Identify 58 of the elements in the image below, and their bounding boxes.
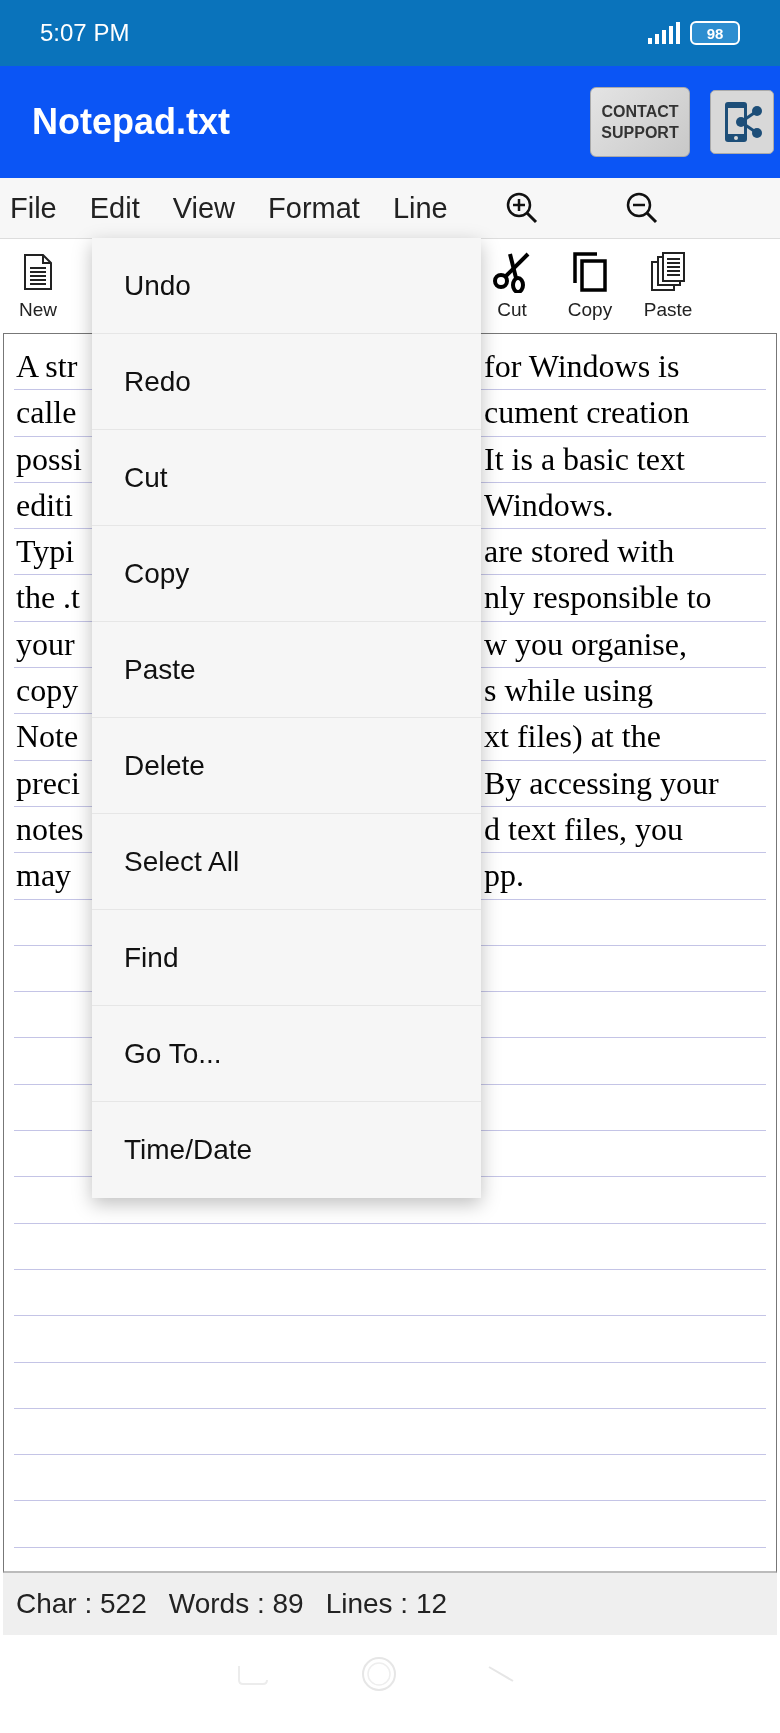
menu-option[interactable]: Paste: [92, 622, 481, 718]
toolbar-copy-button[interactable]: Copy: [562, 251, 618, 321]
text-line-fragment: s while using: [484, 671, 653, 711]
menu-option[interactable]: Select All: [92, 814, 481, 910]
battery-icon: 98: [690, 21, 740, 45]
toolbar-cut-button[interactable]: Cut: [484, 251, 540, 321]
text-line-fragment: Windows.: [484, 485, 614, 525]
zoom-out-icon[interactable]: [624, 191, 659, 225]
text-line-fragment: It is a basic text: [484, 439, 685, 479]
menu-item[interactable]: Line: [392, 191, 448, 225]
menu-item[interactable]: View: [172, 191, 236, 225]
menu-option[interactable]: Cut: [92, 430, 481, 526]
menu-option[interactable]: Undo: [92, 238, 481, 334]
menu-option[interactable]: Go To...: [92, 1006, 481, 1102]
text-line-fragment: preci: [16, 763, 80, 803]
menu-option[interactable]: Copy: [92, 526, 481, 622]
phone-share-button[interactable]: [710, 90, 774, 154]
text-line-fragment: possi: [16, 439, 82, 479]
text-line-fragment: notes: [16, 809, 84, 849]
pages-icon: [650, 251, 686, 293]
text-line-fragment: Note: [16, 717, 79, 757]
app-title: Notepad.txt: [32, 101, 230, 143]
text-line-fragment: d text files, you: [484, 809, 684, 849]
zoom-in-icon[interactable]: [504, 191, 539, 225]
text-line-fragment: copy: [16, 671, 79, 711]
menu-option[interactable]: Redo: [92, 334, 481, 430]
menu-option[interactable]: Delete: [92, 718, 481, 814]
text-line-fragment: By accessing your: [484, 763, 719, 803]
contact-support-button[interactable]: CONTACT SUPPORT: [590, 87, 690, 157]
footer-stat: Lines : 12: [325, 1588, 448, 1620]
text-line-fragment: your: [16, 624, 75, 664]
text-line-fragment: the .t: [16, 578, 80, 618]
menu-item[interactable]: Format: [268, 191, 360, 225]
toolbar-new-button[interactable]: New: [10, 251, 66, 321]
menu-item[interactable]: File: [10, 191, 57, 225]
menu-option[interactable]: Find: [92, 910, 481, 1006]
menu-option[interactable]: Time/Date: [92, 1102, 481, 1198]
scissors-icon: [492, 251, 532, 293]
text-line-fragment: calle: [16, 393, 77, 433]
text-line-fragment: xt files) at the: [484, 717, 661, 757]
text-line-fragment: Typi: [16, 532, 75, 572]
footer-stat: Words : 89: [168, 1588, 304, 1620]
footer-stat: Char : 522: [16, 1588, 147, 1620]
copy-icon: [571, 251, 609, 293]
clock: 5:07 PM: [40, 19, 130, 47]
text-line-fragment: w you organise,: [484, 624, 687, 664]
text-line-fragment: pp.: [484, 856, 524, 896]
text-line-fragment: for Windows is: [484, 347, 680, 386]
menu-item[interactable]: Edit: [89, 191, 140, 225]
text-line-fragment: are stored with: [484, 532, 675, 572]
text-line-fragment: cument creation: [484, 393, 690, 433]
signal-icon: [648, 22, 680, 44]
text-line-fragment: nly responsible to: [484, 578, 712, 618]
toolbar-paste-button[interactable]: Paste: [640, 251, 696, 321]
document-icon: [23, 251, 53, 293]
text-line-fragment: editi: [16, 485, 73, 525]
text-line-fragment: A str: [16, 347, 78, 386]
text-line-fragment: may: [16, 856, 72, 896]
